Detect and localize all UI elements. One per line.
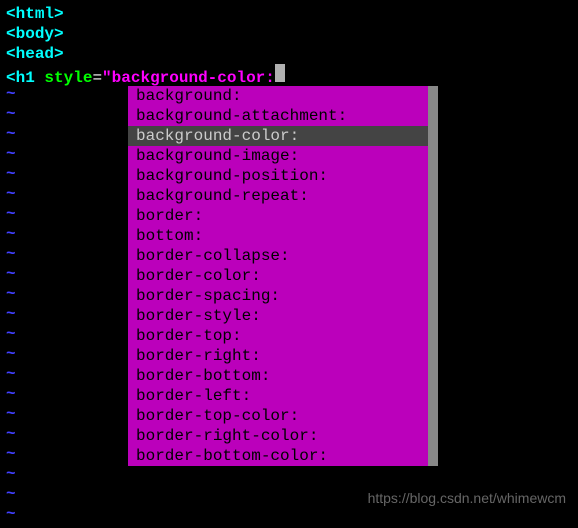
empty-line-marker: ~: [6, 504, 572, 524]
quote: ": [102, 69, 112, 87]
tag-html: html: [16, 5, 54, 23]
code-line[interactable]: <body>: [6, 24, 572, 44]
autocomplete-popup[interactable]: background:background-attachment:backgro…: [128, 86, 438, 466]
text-cursor: [275, 64, 285, 82]
autocomplete-item[interactable]: background-color:: [128, 126, 428, 146]
watermark: https://blog.csdn.net/whimewcm: [368, 490, 566, 506]
tag-bracket: <: [6, 5, 16, 23]
attr-style: style: [44, 69, 92, 87]
autocomplete-list[interactable]: background:background-attachment:backgro…: [128, 86, 428, 466]
tag-bracket: >: [54, 45, 64, 63]
tag-bracket: <: [6, 45, 16, 63]
autocomplete-item[interactable]: border-top:: [128, 326, 428, 346]
autocomplete-item[interactable]: background-image:: [128, 146, 428, 166]
tag-body: body: [16, 25, 54, 43]
autocomplete-item[interactable]: border-collapse:: [128, 246, 428, 266]
space: [35, 69, 45, 87]
autocomplete-item[interactable]: border-bottom-color:: [128, 446, 428, 466]
autocomplete-item[interactable]: border-bottom:: [128, 366, 428, 386]
equals: =: [92, 69, 102, 87]
autocomplete-item[interactable]: background-position:: [128, 166, 428, 186]
scrollbar[interactable]: [428, 86, 438, 466]
tag-bracket: >: [54, 5, 64, 23]
autocomplete-item[interactable]: border-left:: [128, 386, 428, 406]
tag-head: head: [16, 45, 54, 63]
autocomplete-item[interactable]: border-spacing:: [128, 286, 428, 306]
autocomplete-item[interactable]: border-right:: [128, 346, 428, 366]
autocomplete-item[interactable]: border-color:: [128, 266, 428, 286]
autocomplete-item[interactable]: background:: [128, 86, 428, 106]
autocomplete-item[interactable]: background-attachment:: [128, 106, 428, 126]
tag-h1: h1: [16, 69, 35, 87]
autocomplete-item[interactable]: border-style:: [128, 306, 428, 326]
attr-value: background-color:: [112, 69, 275, 87]
code-line[interactable]: <head>: [6, 44, 572, 64]
autocomplete-item[interactable]: bottom:: [128, 226, 428, 246]
code-line-editing[interactable]: <h1 style="background-color:: [6, 64, 572, 84]
empty-line-marker: ~: [6, 464, 572, 484]
code-line[interactable]: <html>: [6, 4, 572, 24]
tag-bracket: <: [6, 25, 16, 43]
autocomplete-item[interactable]: background-repeat:: [128, 186, 428, 206]
autocomplete-item[interactable]: border-right-color:: [128, 426, 428, 446]
tag-bracket: >: [54, 25, 64, 43]
autocomplete-item[interactable]: border:: [128, 206, 428, 226]
autocomplete-item[interactable]: border-top-color:: [128, 406, 428, 426]
